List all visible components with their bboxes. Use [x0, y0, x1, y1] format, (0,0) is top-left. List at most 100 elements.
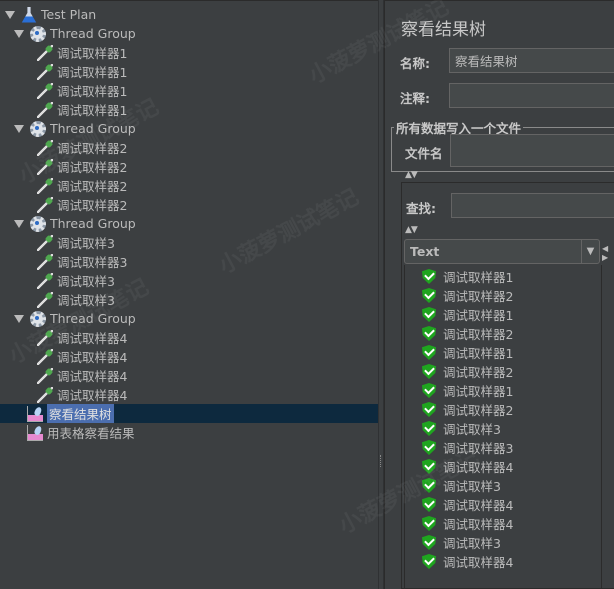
tree-node-sampler[interactable]: 调试取样3 [37, 233, 115, 252]
tree-node-label: 调试取样器1 [57, 65, 128, 80]
pipette-icon [37, 101, 53, 118]
result-label: 调试取样器1 [443, 346, 514, 361]
result-item[interactable]: 调试取样器1 [422, 305, 513, 324]
tree-node-label: 调试取样器4 [57, 331, 128, 346]
pipette-icon [37, 386, 53, 403]
pipette-icon [37, 291, 53, 308]
result-item[interactable]: 调试取样器4 [422, 552, 513, 571]
search-label: 查找: [406, 201, 436, 216]
result-item[interactable]: 调试取样器1 [422, 267, 513, 286]
pipette-icon [37, 177, 53, 194]
chevron-down-icon[interactable]: ▼ [581, 240, 599, 263]
tree-node-sampler[interactable]: 调试取样器2 [37, 157, 127, 176]
tree-node-label: Thread Group [50, 26, 136, 41]
success-shield-icon [422, 307, 436, 322]
gear-icon [30, 310, 46, 327]
tree-node-sampler[interactable]: 调试取样器1 [37, 62, 127, 81]
result-label: 调试取样3 [443, 422, 501, 437]
result-item[interactable]: 调试取样器3 [422, 438, 513, 457]
result-item[interactable]: 调试取样3 [422, 476, 501, 495]
success-shield-icon [422, 288, 436, 303]
tree-node-label: 调试取样器4 [57, 388, 128, 403]
tree-node-thread-group[interactable]: Thread Group [14, 119, 136, 138]
result-item[interactable]: 调试取样器2 [422, 362, 513, 381]
pipette-icon [37, 253, 53, 270]
renderer-select[interactable]: Text ▼ [404, 239, 600, 264]
panel-title: 察看结果树 [401, 20, 486, 40]
tree-node-listener[interactable]: 用表格察看结果 [27, 423, 135, 442]
tree-node-label: 调试取样器1 [57, 46, 128, 61]
tree-node-sampler[interactable]: 调试取样器1 [37, 81, 127, 100]
tree-node-label: Thread Group [50, 311, 136, 326]
pipette-icon [37, 44, 53, 61]
pipette-icon [37, 329, 53, 346]
result-item[interactable]: 调试取样3 [422, 533, 501, 552]
success-shield-icon [422, 326, 436, 341]
tree-node-sampler[interactable]: 调试取样器3 [37, 252, 127, 271]
result-label: 调试取样器2 [443, 403, 514, 418]
tree-node-thread-group[interactable]: Thread Group [14, 309, 136, 328]
tree-node-test-plan[interactable]: Test Plan [5, 5, 96, 24]
expand-arrow-icon[interactable] [14, 29, 24, 38]
result-label: 调试取样器3 [443, 441, 514, 456]
pipette-icon [37, 234, 53, 251]
tree-node-thread-group[interactable]: Thread Group [14, 214, 136, 233]
tree-node-label: 调试取样器4 [57, 350, 128, 365]
expand-arrow-icon[interactable] [14, 314, 24, 323]
tree-node-label: 调试取样器2 [57, 179, 128, 194]
expand-arrow-icon[interactable] [14, 219, 24, 228]
pipette-icon [37, 158, 53, 175]
tree-node-sampler[interactable]: 调试取样器4 [37, 366, 127, 385]
tree-node-label: 调试取样器2 [57, 198, 128, 213]
success-shield-icon [422, 345, 436, 360]
results-list: 调试取样器1 调试取样器2 调试取样器1 调试取样器2 调试取样器1 调试取样器2 调试取样… [404, 265, 602, 589]
expand-arrow-icon[interactable] [5, 10, 15, 19]
success-shield-icon [422, 478, 436, 493]
tree-node-thread-group[interactable]: Thread Group [14, 24, 136, 43]
tree-node-sampler[interactable]: 调试取样器4 [37, 328, 127, 347]
collapse-expand-arrows[interactable]: ▲▼ [405, 170, 418, 180]
tree-node-label: 调试取样器4 [57, 369, 128, 384]
collapse-expand-arrows-2[interactable]: ▲▼ [405, 225, 418, 235]
result-item[interactable]: 调试取样3 [422, 419, 501, 438]
renderer-selected: Text [410, 244, 440, 259]
pipette-icon [37, 348, 53, 365]
success-shield-icon [422, 516, 436, 531]
result-label: 调试取样器4 [443, 517, 514, 532]
success-shield-icon [422, 421, 436, 436]
tree-node-sampler[interactable]: 调试取样3 [37, 290, 115, 309]
tree-node-sampler[interactable]: 调试取样器1 [37, 43, 127, 62]
success-shield-icon [422, 402, 436, 417]
tree-node-listener[interactable]: 察看结果树 [0, 404, 378, 423]
result-label: 调试取样器2 [443, 365, 514, 380]
result-item[interactable]: 调试取样器4 [422, 495, 513, 514]
result-item[interactable]: 调试取样器2 [422, 324, 513, 343]
tree-node-sampler[interactable]: 调试取样器2 [37, 138, 127, 157]
expand-arrow-icon[interactable] [14, 124, 24, 133]
result-item[interactable]: 调试取样器1 [422, 381, 513, 400]
divider-grip[interactable] [380, 455, 382, 467]
split-arrows-icon[interactable]: ◀ ▶ [602, 244, 608, 262]
comment-input[interactable] [449, 83, 614, 108]
result-label: 调试取样器2 [443, 289, 514, 304]
flask-icon [21, 6, 37, 23]
name-label: 名称: [400, 56, 430, 71]
tree-node-sampler[interactable]: 调试取样器4 [37, 347, 127, 366]
result-label: 调试取样器1 [443, 308, 514, 323]
tree-node-sampler[interactable]: 调试取样器4 [37, 385, 127, 404]
tree-node-sampler[interactable]: 调试取样器2 [37, 195, 127, 214]
tree-node-sampler[interactable]: 调试取样3 [37, 271, 115, 290]
tree-node-label: 用表格察看结果 [47, 426, 135, 441]
result-item[interactable]: 调试取样器2 [422, 286, 513, 305]
tree-node-label: Test Plan [41, 7, 97, 22]
tree-node-sampler[interactable]: 调试取样器1 [37, 100, 127, 119]
result-item[interactable]: 调试取样器1 [422, 343, 513, 362]
result-item[interactable]: 调试取样器4 [422, 457, 513, 476]
filename-input[interactable] [450, 134, 614, 167]
result-item[interactable]: 调试取样器2 [422, 400, 513, 419]
pipette-icon [37, 272, 53, 289]
tree-node-sampler[interactable]: 调试取样器2 [37, 176, 127, 195]
name-input[interactable]: 察看结果树 [449, 48, 614, 73]
search-input[interactable] [451, 193, 614, 218]
result-item[interactable]: 调试取样器4 [422, 514, 513, 533]
